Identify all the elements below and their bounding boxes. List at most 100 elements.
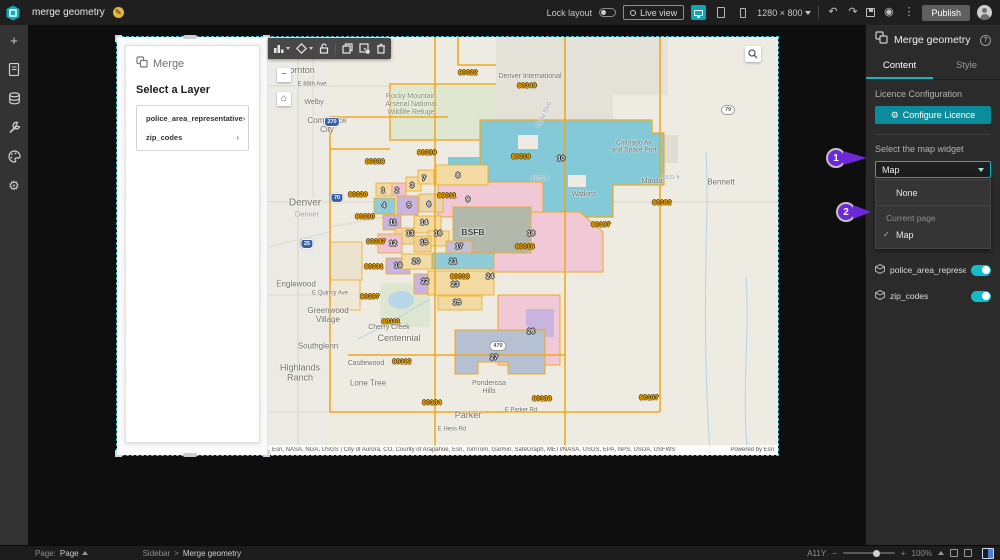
map-widget-dropdown: None Current page ✓ Map bbox=[875, 179, 991, 249]
map-widget[interactable]: 80022 80249 80239 80238 80019 80011 80220 80230… bbox=[268, 37, 778, 455]
settings-gear-icon[interactable]: ⚙ bbox=[7, 178, 22, 193]
selection-handle[interactable] bbox=[115, 450, 122, 457]
place-label: Ponderosa Hills bbox=[472, 379, 506, 395]
merge-area-badge: 16 bbox=[434, 230, 442, 238]
tab-content[interactable]: Content bbox=[866, 55, 933, 79]
zip-code-label: 80134 bbox=[422, 399, 442, 407]
layer-visibility-toggle[interactable] bbox=[971, 264, 991, 276]
fit-to-width-icon[interactable] bbox=[964, 549, 972, 557]
merge-widget-title: Merge bbox=[153, 57, 185, 70]
dropdown-option-map[interactable]: ✓ Map bbox=[876, 226, 990, 244]
sidebar-widget-panel[interactable]: Merge Select a Layer police_area_represe… bbox=[115, 35, 270, 457]
merge-area-badge: 18 bbox=[527, 230, 535, 238]
resolution-value: 1280 × 800 bbox=[757, 7, 803, 18]
live-view-button[interactable]: Live view bbox=[623, 5, 685, 20]
zoom-slider[interactable] bbox=[842, 549, 895, 557]
chevron-up-icon bbox=[81, 551, 88, 555]
fit-to-window-icon[interactable] bbox=[950, 549, 958, 557]
desktop-view-button[interactable] bbox=[691, 5, 707, 20]
breadcrumb-current[interactable]: Merge geometry bbox=[183, 549, 241, 558]
zoom-out-control[interactable]: − bbox=[832, 549, 837, 558]
tab-style[interactable]: Style bbox=[933, 55, 1000, 79]
zoom-out-button[interactable]: − bbox=[277, 68, 291, 82]
panel-layer-row[interactable]: police_area_representa... bbox=[875, 257, 991, 283]
resolution-selector[interactable]: 1280 × 800 bbox=[757, 7, 812, 18]
interstate-shield: 25 bbox=[300, 239, 314, 249]
tablet-icon bbox=[716, 7, 725, 18]
merge-area-badge: 2 bbox=[395, 187, 399, 195]
merge-area-badge: 25 bbox=[453, 299, 461, 307]
map-attribution: Esri, NASA, NGA, USGS | City of Aurora, … bbox=[268, 445, 778, 455]
experience-builder-logo-icon[interactable] bbox=[0, 0, 26, 25]
edit-title-icon[interactable]: ✎ bbox=[112, 7, 124, 18]
merge-area-badge: 12 bbox=[389, 240, 397, 248]
merge-layer-row[interactable]: zip_codes › bbox=[137, 128, 248, 147]
redo-icon[interactable]: ↷ bbox=[846, 5, 859, 20]
duplicate-button[interactable] bbox=[342, 43, 353, 54]
layer-visibility-toggle[interactable] bbox=[971, 290, 991, 302]
zip-code-label: 80022 bbox=[458, 69, 478, 77]
zoom-slider-knob[interactable] bbox=[872, 549, 880, 557]
selection-handle[interactable] bbox=[115, 35, 122, 42]
app-canvas[interactable]: Merge Select a Layer police_area_represe… bbox=[115, 35, 779, 457]
chevron-right-icon: › bbox=[236, 133, 239, 142]
selection-resize-handle[interactable] bbox=[183, 35, 197, 39]
merge-area-badge: 13 bbox=[406, 230, 414, 238]
merge-icon bbox=[136, 56, 148, 71]
configure-licence-button[interactable]: ⚙ Configure Licence bbox=[875, 106, 991, 124]
copy-to-button[interactable] bbox=[359, 43, 370, 54]
a11y-label[interactable]: A11Y bbox=[807, 549, 826, 558]
page-label: Page: bbox=[35, 548, 56, 558]
data-icon[interactable] bbox=[7, 91, 22, 106]
zip-code-label: 80102 bbox=[652, 199, 672, 207]
merge-area-badge: 26 bbox=[527, 328, 535, 336]
history-icon[interactable]: ◉ bbox=[882, 5, 895, 20]
toggle-panel-icon[interactable] bbox=[982, 547, 994, 559]
widget-state-button[interactable] bbox=[273, 43, 290, 54]
lock-layout-toggle[interactable] bbox=[599, 8, 617, 17]
more-vertical-icon[interactable]: ⋮ bbox=[902, 5, 915, 20]
settings-panel: Merge geometry ? Content Style Licence C… bbox=[865, 25, 1000, 545]
chevron-right-icon: › bbox=[242, 114, 246, 123]
user-avatar[interactable] bbox=[977, 5, 992, 20]
chevron-down-icon bbox=[805, 10, 812, 15]
status-bar: Page: Page Sidebar > Merge geometry A11Y… bbox=[0, 545, 1000, 560]
wrench-icon[interactable] bbox=[7, 120, 22, 135]
insert-widget-icon[interactable]: + bbox=[7, 33, 22, 48]
gear-icon: ⚙ bbox=[890, 109, 899, 120]
help-icon[interactable]: ? bbox=[980, 34, 991, 46]
place-label: Watkins bbox=[571, 190, 597, 198]
undo-icon[interactable]: ↶ bbox=[826, 5, 839, 20]
breadcrumb-parent[interactable]: Sidebar bbox=[143, 549, 171, 558]
home-button[interactable]: ⌂ bbox=[277, 92, 291, 106]
zip-code-label: 80018 bbox=[515, 243, 535, 251]
merge-widget[interactable]: Merge Select a Layer police_area_represe… bbox=[125, 45, 260, 443]
selection-resize-handle[interactable] bbox=[183, 453, 197, 457]
theme-palette-icon[interactable] bbox=[7, 149, 22, 164]
merge-area-badge: 8 bbox=[456, 172, 460, 180]
unlock-button[interactable] bbox=[319, 43, 329, 54]
panel-layer-list: police_area_representa... zip_codes bbox=[875, 257, 991, 309]
place-label: Greenwood Village bbox=[307, 305, 349, 324]
page-icon[interactable] bbox=[7, 62, 22, 77]
dropdown-option-none[interactable]: None bbox=[876, 184, 990, 202]
map-widget-select[interactable]: Map bbox=[875, 161, 991, 178]
merge-layer-list: police_area_representative › zip_codes › bbox=[136, 105, 249, 151]
place-label: E 88th Ave bbox=[297, 81, 327, 88]
delete-button[interactable] bbox=[376, 43, 386, 54]
merge-layer-row[interactable]: police_area_representative › bbox=[137, 109, 248, 128]
callout-2: 2 bbox=[836, 202, 871, 222]
page-selector[interactable]: Page bbox=[60, 549, 79, 558]
tablet-view-button[interactable] bbox=[713, 5, 728, 20]
search-button[interactable] bbox=[745, 46, 761, 62]
selection-handle[interactable] bbox=[263, 450, 270, 457]
place-label: Rocky Mountain Arsenal National Wildlife… bbox=[385, 92, 437, 117]
merge-area-badge: 6 bbox=[427, 201, 431, 209]
phone-view-button[interactable] bbox=[735, 5, 750, 20]
save-icon[interactable] bbox=[866, 8, 876, 17]
chevron-up-icon[interactable] bbox=[938, 551, 944, 555]
publish-button[interactable]: Publish bbox=[922, 4, 970, 21]
arrange-button[interactable] bbox=[296, 43, 313, 54]
panel-layer-row[interactable]: zip_codes bbox=[875, 283, 991, 309]
zoom-in-control[interactable]: + bbox=[901, 549, 906, 558]
